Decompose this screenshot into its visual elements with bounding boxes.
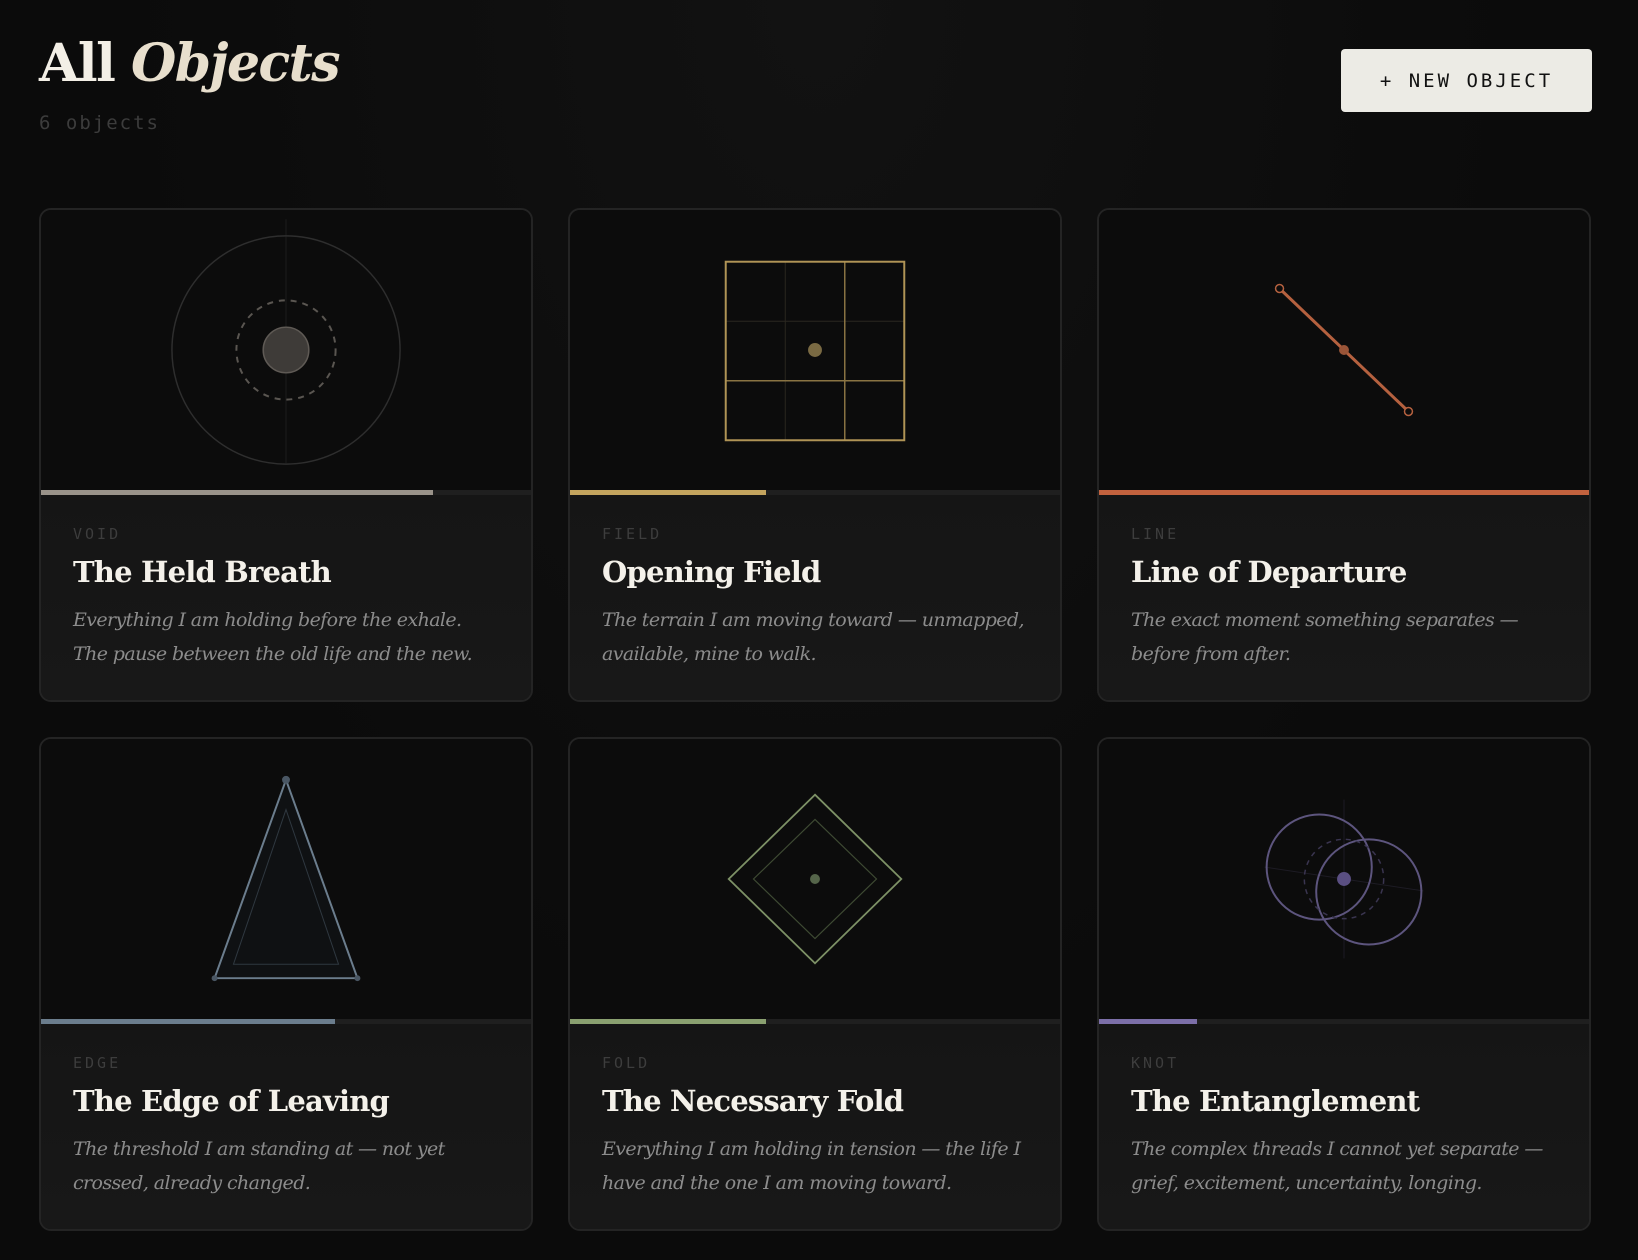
object-card[interactable]: LINE Line of Departure The exact moment … bbox=[1097, 208, 1591, 702]
object-description: The complex threads I cannot yet separat… bbox=[1131, 1138, 1543, 1194]
card-artwork bbox=[41, 739, 531, 1019]
object-title: Opening Field bbox=[602, 555, 821, 589]
object-type: KNOT bbox=[1131, 1054, 1180, 1072]
card-info: FIELD Opening Field The terrain I am mov… bbox=[570, 495, 1060, 700]
object-description: Everything I am holding in tension — the… bbox=[602, 1138, 1021, 1194]
object-title: The Necessary Fold bbox=[602, 1084, 904, 1118]
grid-square-icon bbox=[724, 260, 906, 442]
object-title: Line of Departure bbox=[1131, 555, 1407, 589]
page-header: All Objects 6 objects bbox=[39, 38, 340, 135]
object-card[interactable]: FIELD Opening Field The terrain I am mov… bbox=[568, 208, 1062, 702]
page-title-italic: Objects bbox=[130, 33, 341, 94]
interlocking-circles-icon bbox=[1264, 799, 1424, 959]
card-info: EDGE The Edge of Leaving The threshold I… bbox=[41, 1024, 531, 1229]
card-artwork bbox=[570, 739, 1060, 1019]
object-card[interactable]: EDGE The Edge of Leaving The threshold I… bbox=[39, 737, 533, 1231]
card-info: LINE Line of Departure The exact moment … bbox=[1099, 495, 1589, 700]
triangle-icon bbox=[211, 775, 361, 982]
object-card[interactable]: KNOT The Entanglement The complex thread… bbox=[1097, 737, 1591, 1231]
card-artwork bbox=[570, 210, 1060, 490]
object-card[interactable]: VOID The Held Breath Everything I am hol… bbox=[39, 208, 533, 702]
card-info: FOLD The Necessary Fold Everything I am … bbox=[570, 1024, 1060, 1229]
object-type: EDGE bbox=[73, 1054, 122, 1072]
object-description: The threshold I am standing at — not yet… bbox=[73, 1138, 445, 1194]
card-artwork bbox=[1099, 210, 1589, 490]
object-type: VOID bbox=[73, 525, 122, 543]
card-info: KNOT The Entanglement The complex thread… bbox=[1099, 1024, 1589, 1229]
object-title: The Held Breath bbox=[73, 555, 332, 589]
diamond-icon bbox=[727, 793, 903, 965]
object-type: LINE bbox=[1131, 525, 1180, 543]
page-title: All Objects bbox=[39, 38, 340, 90]
object-description: Everything I am holding before the exhal… bbox=[73, 609, 473, 665]
new-object-button[interactable]: + NEW OBJECT bbox=[1341, 49, 1592, 112]
concentric-circles-icon bbox=[171, 219, 401, 465]
card-info: VOID The Held Breath Everything I am hol… bbox=[41, 495, 531, 700]
object-card[interactable]: FOLD The Necessary Fold Everything I am … bbox=[568, 737, 1062, 1231]
card-artwork bbox=[41, 210, 531, 490]
diagonal-line-icon bbox=[1274, 283, 1414, 417]
card-artwork bbox=[1099, 739, 1589, 1019]
object-count: 6 objects bbox=[39, 112, 160, 134]
object-title: The Entanglement bbox=[1131, 1084, 1420, 1118]
page-title-plain: All bbox=[39, 33, 116, 94]
object-type: FIELD bbox=[602, 525, 663, 543]
object-description: The terrain I am moving toward — unmappe… bbox=[602, 609, 1025, 665]
object-title: The Edge of Leaving bbox=[73, 1084, 390, 1118]
object-description: The exact moment something separates — b… bbox=[1131, 609, 1519, 665]
object-type: FOLD bbox=[602, 1054, 651, 1072]
